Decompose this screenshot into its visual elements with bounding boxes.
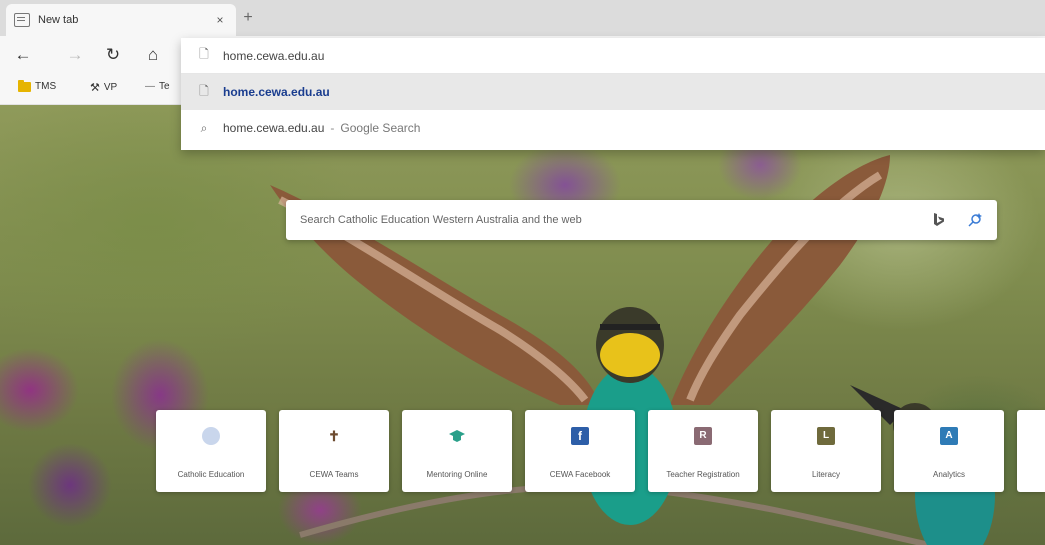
quick-link-tile[interactable]: A Analytics [894, 410, 1004, 492]
page-search-box[interactable]: Search Catholic Education Western Austra… [286, 200, 997, 240]
new-tab-background: Search Catholic Education Western Austra… [0, 105, 1045, 545]
quick-link-tile-partial[interactable] [1017, 410, 1045, 492]
address-bar-input-row[interactable]: 🗋 home.cewa.edu.au [181, 38, 1045, 74]
quick-link-label: Analytics [932, 470, 965, 479]
quick-link-label: Teacher Registration [666, 470, 740, 479]
refresh-button[interactable]: ↻ [100, 42, 126, 68]
suggestion-search-engine: Google Search [340, 121, 421, 135]
suggestion-search-text: home.cewa.edu.au [223, 121, 325, 135]
suggestion-search[interactable]: ⌕ home.cewa.edu.au - Google Search [181, 110, 1045, 146]
quick-link-tile[interactable]: ✝ CEWA Teams [279, 410, 389, 492]
new-tab-page-icon [14, 13, 30, 27]
quick-link-tile[interactable]: R Teacher Registration [648, 410, 758, 492]
suggestion-url-text: home.cewa.edu.au [223, 85, 330, 99]
home-button[interactable]: ⌂ [140, 42, 166, 68]
favorite-label: Te [159, 81, 170, 92]
favorite-vp[interactable]: ⚒ VP [90, 81, 117, 94]
quick-link-tile[interactable]: Catholic Education [156, 410, 266, 492]
quick-link-tile[interactable]: L Literacy [771, 410, 881, 492]
cross-icon: ✝ [328, 428, 340, 444]
letter-l-icon: L [817, 427, 835, 445]
visual-search-icon[interactable] [967, 212, 983, 228]
link-icon: — [145, 81, 155, 92]
favorite-label: VP [103, 82, 118, 93]
tab-strip: New tab × + [0, 0, 1045, 36]
folder-icon [18, 79, 31, 92]
quick-links: Catholic Education ✝ CEWA Teams Mentorin… [0, 410, 1045, 500]
tab-title: New tab [38, 14, 79, 26]
globe-icon [202, 427, 220, 445]
graduation-cap-icon [448, 427, 466, 445]
bing-icon[interactable] [933, 213, 945, 227]
favorite-tms[interactable]: TMS [18, 79, 57, 92]
suggestion-url[interactable]: 🗋 home.cewa.edu.au [181, 74, 1045, 110]
quick-link-label: Mentoring Online [426, 470, 488, 479]
page-search-placeholder: Search Catholic Education Western Austra… [300, 214, 582, 226]
quick-link-label: Catholic Education [177, 470, 245, 479]
quick-link-label: Literacy [811, 470, 840, 479]
letter-a-icon: A [940, 427, 958, 445]
address-bar-dropdown: 🗋 home.cewa.edu.au 🗋 home.cewa.edu.au ⌕ … [181, 38, 1045, 150]
search-icon: ⌕ [200, 120, 208, 135]
quick-link-label: CEWA Facebook [549, 470, 611, 479]
back-button[interactable]: ← [10, 42, 36, 68]
address-bar-input[interactable]: home.cewa.edu.au [223, 49, 324, 63]
suggestion-separator: - [330, 121, 335, 135]
letter-r-icon: R [694, 427, 712, 445]
new-tab-button[interactable]: + [238, 8, 258, 28]
page-icon: 🗋 [199, 47, 209, 61]
page-icon: 🗋 [199, 83, 209, 98]
tools-icon: ⚒ [90, 82, 100, 94]
quick-link-tile[interactable]: f CEWA Facebook [525, 410, 635, 492]
close-tab-icon[interactable]: × [212, 13, 228, 27]
facebook-icon: f [571, 427, 589, 445]
favorite-te[interactable]: — Te [145, 81, 170, 92]
favorite-label: TMS [35, 81, 57, 92]
quick-link-label: CEWA Teams [309, 470, 359, 479]
tab-new-tab[interactable]: New tab × [6, 4, 236, 36]
forward-button[interactable]: → [62, 42, 88, 68]
quick-link-tile[interactable]: Mentoring Online [402, 410, 512, 492]
